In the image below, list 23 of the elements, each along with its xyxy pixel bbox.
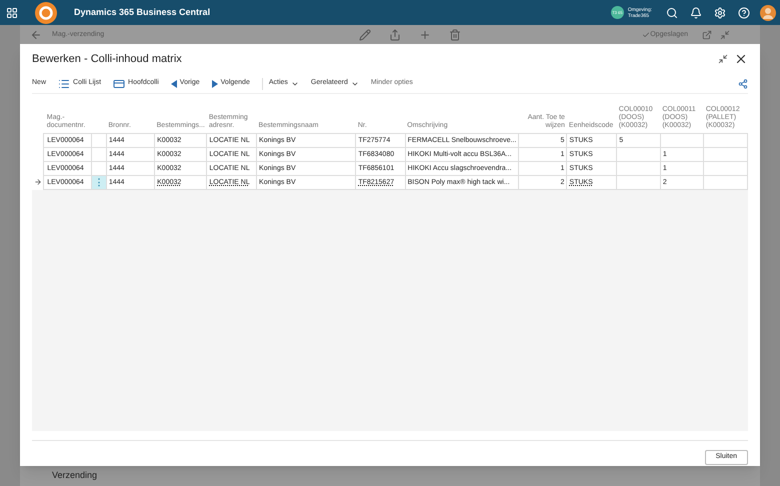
app-title: Dynamics 365 Business Central — [74, 6, 210, 19]
delete-icon[interactable] — [449, 29, 462, 41]
app-launcher-icon[interactable] — [6, 6, 18, 18]
plus-icon[interactable] — [419, 29, 432, 41]
search-icon[interactable] — [666, 6, 678, 18]
share-icon[interactable] — [738, 78, 748, 88]
help-icon[interactable] — [738, 6, 750, 18]
close-icon[interactable] — [734, 52, 748, 66]
back-icon[interactable] — [30, 29, 42, 41]
triangle-right-icon — [212, 80, 218, 88]
check-icon — [642, 31, 650, 39]
logo-icon — [35, 2, 57, 24]
share-icon[interactable] — [389, 29, 402, 41]
triangle-left-icon — [170, 80, 177, 88]
settings-icon[interactable] — [714, 6, 726, 18]
avatar[interactable] — [760, 4, 776, 20]
card-icon — [113, 78, 126, 90]
section-title: Verzending — [52, 470, 98, 480]
edit-icon[interactable] — [359, 29, 372, 41]
open-icon[interactable] — [702, 30, 712, 40]
collapse-icon[interactable] — [718, 54, 728, 64]
bell-icon[interactable] — [690, 6, 702, 18]
dialog-title: Bewerken - Colli-inhoud matrix — [32, 52, 182, 67]
